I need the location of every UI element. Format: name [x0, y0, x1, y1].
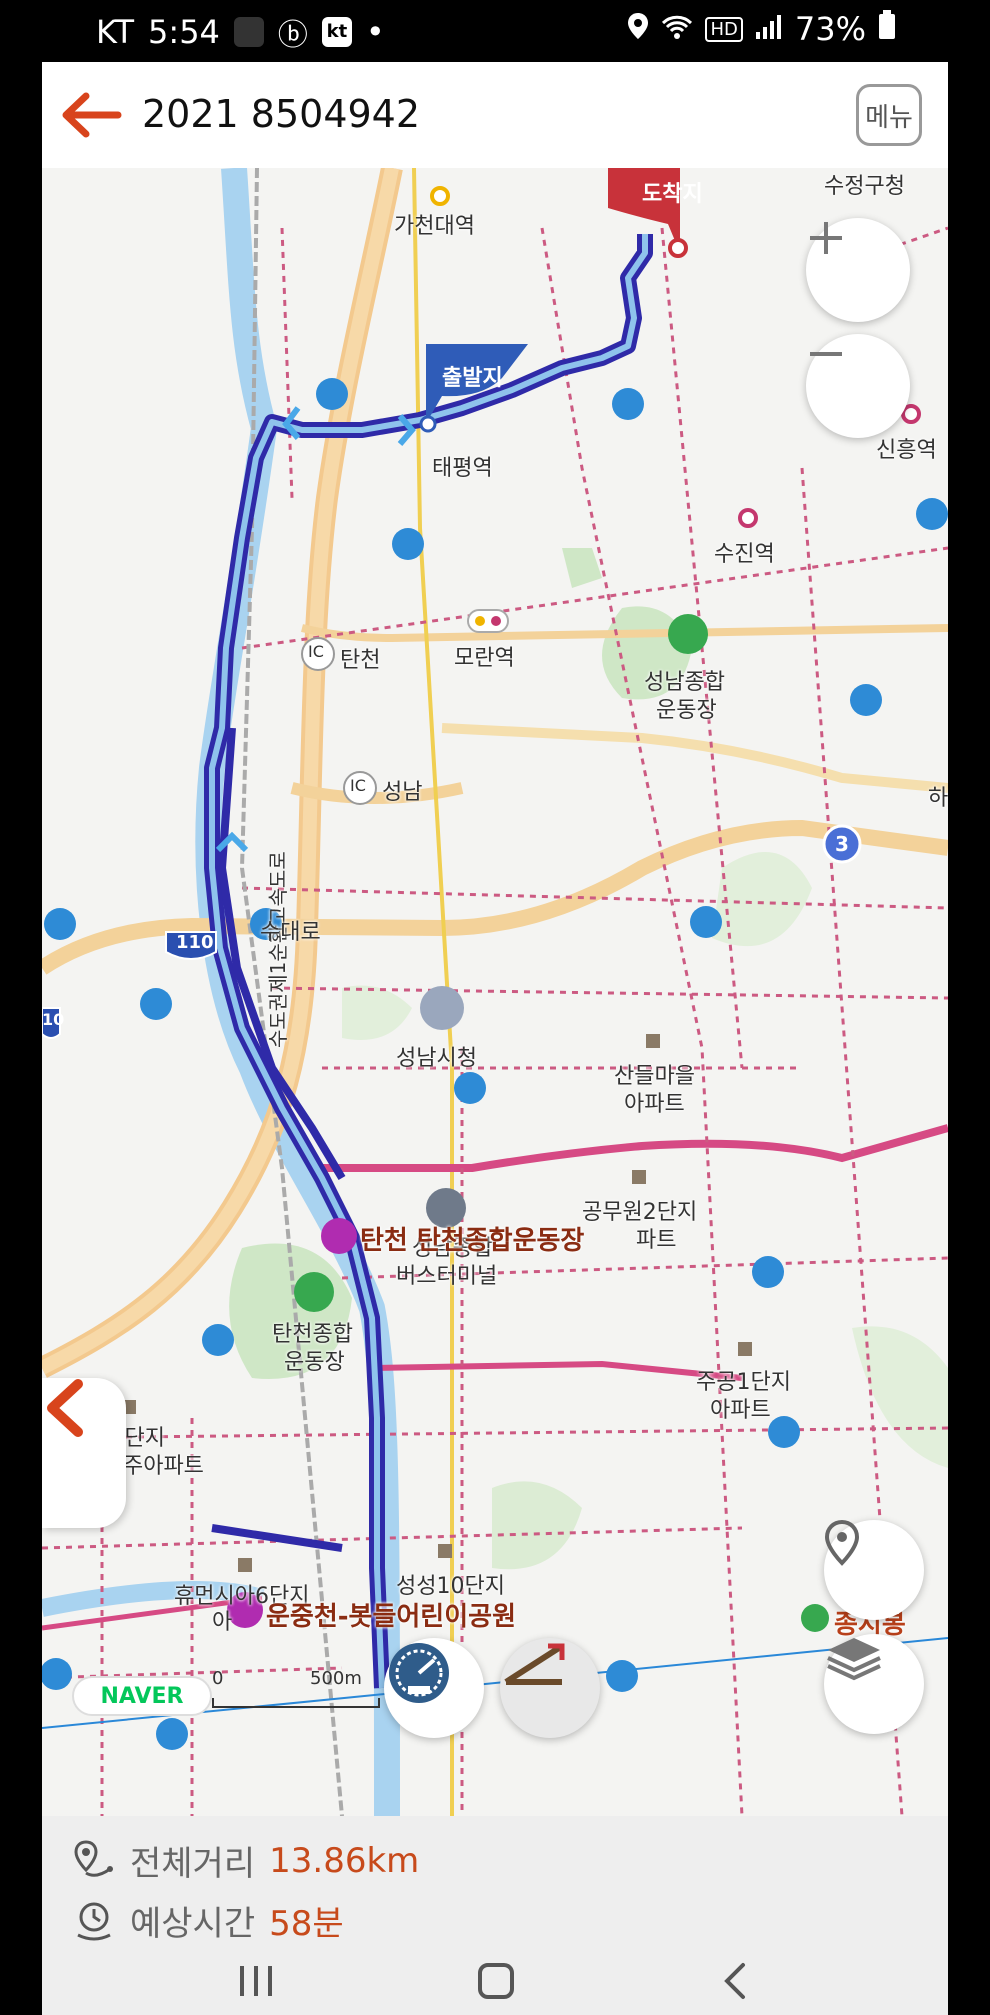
recent-apps-button[interactable] — [226, 1956, 286, 2006]
battery-percent: 73% — [794, 10, 866, 48]
time-icon — [77, 1902, 111, 1940]
carrier-label: KT — [96, 13, 135, 51]
route-10-shield: 10 — [42, 1010, 65, 1029]
zoom-in-button[interactable] — [806, 218, 910, 322]
hd-icon: HD — [705, 16, 743, 42]
location-icon — [627, 10, 649, 48]
time-value: 58분 — [269, 1904, 344, 1944]
kt-app-icon: kt — [321, 17, 352, 47]
app-screen: 2021 8504942 메뉴 가천대역 수정구청 도착지 출발지 태평역 신흥… — [42, 62, 948, 2015]
page-title: 2021 8504942 — [142, 92, 421, 136]
poi-unjungcheon-park[interactable]: 운중천-봇들어린이공원 — [266, 1596, 516, 1633]
menu-button[interactable]: 메뉴 — [856, 84, 922, 146]
home-icon — [478, 1963, 514, 1999]
clock: 5:54 — [148, 13, 220, 51]
map-label-tancheon-stadium-line2: 운동장 — [284, 1350, 345, 1375]
location-pin-icon — [824, 1520, 860, 1566]
status-left: KT 5:54 ⓑ kt • — [96, 10, 385, 54]
speedometer-icon — [389, 1643, 449, 1703]
map-label-seongnam-stadium-line2: 운동장 — [656, 698, 717, 723]
app-header: 2021 8504942 메뉴 — [42, 62, 948, 170]
recent-apps-icon — [240, 1966, 272, 1996]
my-location-button[interactable] — [824, 1520, 924, 1620]
ic-badge: IC — [308, 642, 324, 661]
wifi-icon — [661, 10, 693, 48]
route-distance-icon — [74, 1839, 113, 1877]
elevation-button[interactable] — [500, 1638, 600, 1738]
more-dot-icon: • — [365, 13, 385, 51]
poi-tancheon-stadium[interactable]: 탄천 탄천종합운동장 — [360, 1220, 584, 1257]
chevron-left-icon — [47, 1379, 83, 1437]
map-label-sujeong-gu-office: 수정구청 — [824, 174, 905, 199]
layers-icon — [827, 1638, 881, 1681]
route-110-shield: 110 — [176, 932, 214, 953]
map-label-ic-seongnam: 성남 — [382, 780, 423, 805]
ic-badge: IC — [350, 776, 366, 795]
speedometer-button[interactable] — [384, 1638, 484, 1738]
map-label-moran-station: 모란역 — [454, 646, 515, 671]
zoom-out-button[interactable] — [806, 334, 910, 438]
map-label-hi: 하 — [928, 786, 948, 811]
back-arrow-icon[interactable] — [58, 90, 122, 140]
map-label-highway: 수도권제1순환고속도로 — [266, 851, 290, 1048]
time-row: 예상시간 58분 — [72, 1896, 344, 1945]
signal-icon — [755, 10, 783, 48]
map-label-sandeul-line2: 아파트 — [624, 1092, 685, 1117]
map-label-humansia-line2: 아 — [212, 1610, 233, 1635]
route-3-shield: 3 — [835, 832, 849, 856]
route-summary: 전체거리 13.86km 예상시간 58분 — [42, 1816, 948, 1946]
map-label-city-hall: 성남시청 — [396, 1046, 477, 1071]
status-right: HD 73% — [627, 10, 896, 48]
distance-label: 전체거리 — [130, 1844, 256, 1884]
start-flag-label: 출발지 — [442, 366, 503, 391]
scale-zero: 0 — [212, 1668, 224, 1689]
naver-logo: NAVER — [72, 1676, 212, 1716]
b-app-icon: ⓑ — [277, 18, 308, 53]
map-view[interactable]: 가천대역 수정구청 도착지 출발지 태평역 신흥역 수진역 모란역 성남종합 운… — [42, 168, 948, 1816]
minus-icon — [810, 352, 842, 356]
map-label-jugong-line2: 아파트 — [710, 1398, 771, 1423]
system-back-button[interactable] — [706, 1956, 766, 2006]
layers-button[interactable] — [824, 1634, 924, 1734]
panel-collapse-tab[interactable] — [42, 1378, 126, 1528]
map-label-taepyeong-station: 태평역 — [432, 456, 493, 481]
elevation-icon — [504, 1643, 565, 1685]
map-label-road-suffix: 수대로 — [260, 920, 321, 945]
home-button[interactable] — [466, 1956, 526, 2006]
distance-row: 전체거리 13.86km — [72, 1836, 419, 1885]
app-notification-icon — [233, 17, 264, 47]
battery-icon — [878, 10, 896, 48]
status-bar: KT 5:54 ⓑ kt • HD 73% — [0, 0, 990, 62]
map-label-sujin-station: 수진역 — [714, 542, 775, 567]
map-label-gongmuwon-line2: 파트 — [636, 1228, 677, 1253]
map-label-bus-terminal-line2: 버스터미널 — [396, 1264, 498, 1289]
map-label-gacheon-station: 가천대역 — [394, 214, 475, 239]
system-nav-bar — [42, 1946, 948, 2015]
distance-value: 13.86km — [269, 1840, 420, 1881]
map-label-ic-tancheon: 탄천 — [340, 648, 381, 673]
destination-flag-label: 도착지 — [642, 182, 703, 207]
scale-bar — [212, 1698, 380, 1708]
time-label: 예상시간 — [130, 1904, 256, 1944]
map-label-sinheung-station: 신흥역 — [876, 438, 937, 463]
back-chevron-icon — [724, 1963, 745, 1999]
plus-icon — [810, 222, 842, 254]
scale-distance: 500m — [310, 1668, 362, 1689]
